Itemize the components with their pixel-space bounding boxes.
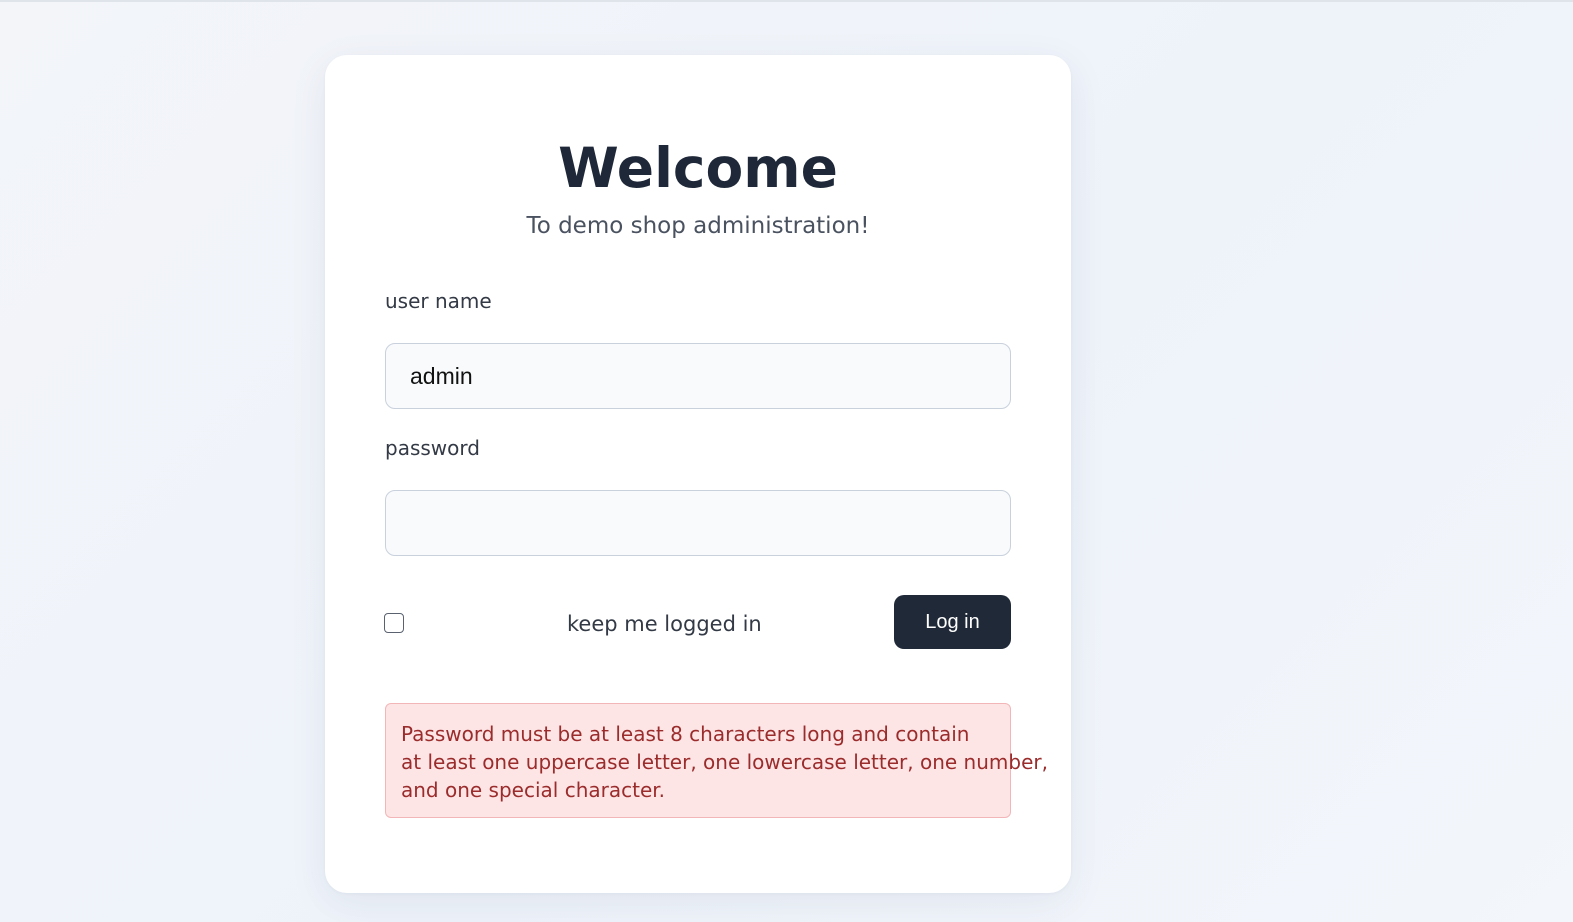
password-label: password [385,436,480,460]
password-input[interactable] [385,490,1011,556]
keep-logged-in-checkbox[interactable] [384,613,404,633]
username-label: user name [385,289,492,313]
username-input[interactable] [385,343,1011,409]
error-line: Password must be at least 8 characters l… [401,722,970,746]
page-subtitle: To demo shop administration! [526,213,870,239]
password-error-alert: Password must be at least 8 characters l… [385,703,1048,818]
login-card: Welcome To demo shop administration! use… [325,55,1071,893]
page-title: Welcome [558,136,838,200]
error-line: at least one uppercase letter, one lower… [401,750,1048,774]
top-divider [0,0,1573,2]
error-line: and one special character. [401,778,665,802]
keep-logged-in-label: keep me logged in [567,612,762,636]
login-button[interactable]: Log in [894,595,1011,649]
